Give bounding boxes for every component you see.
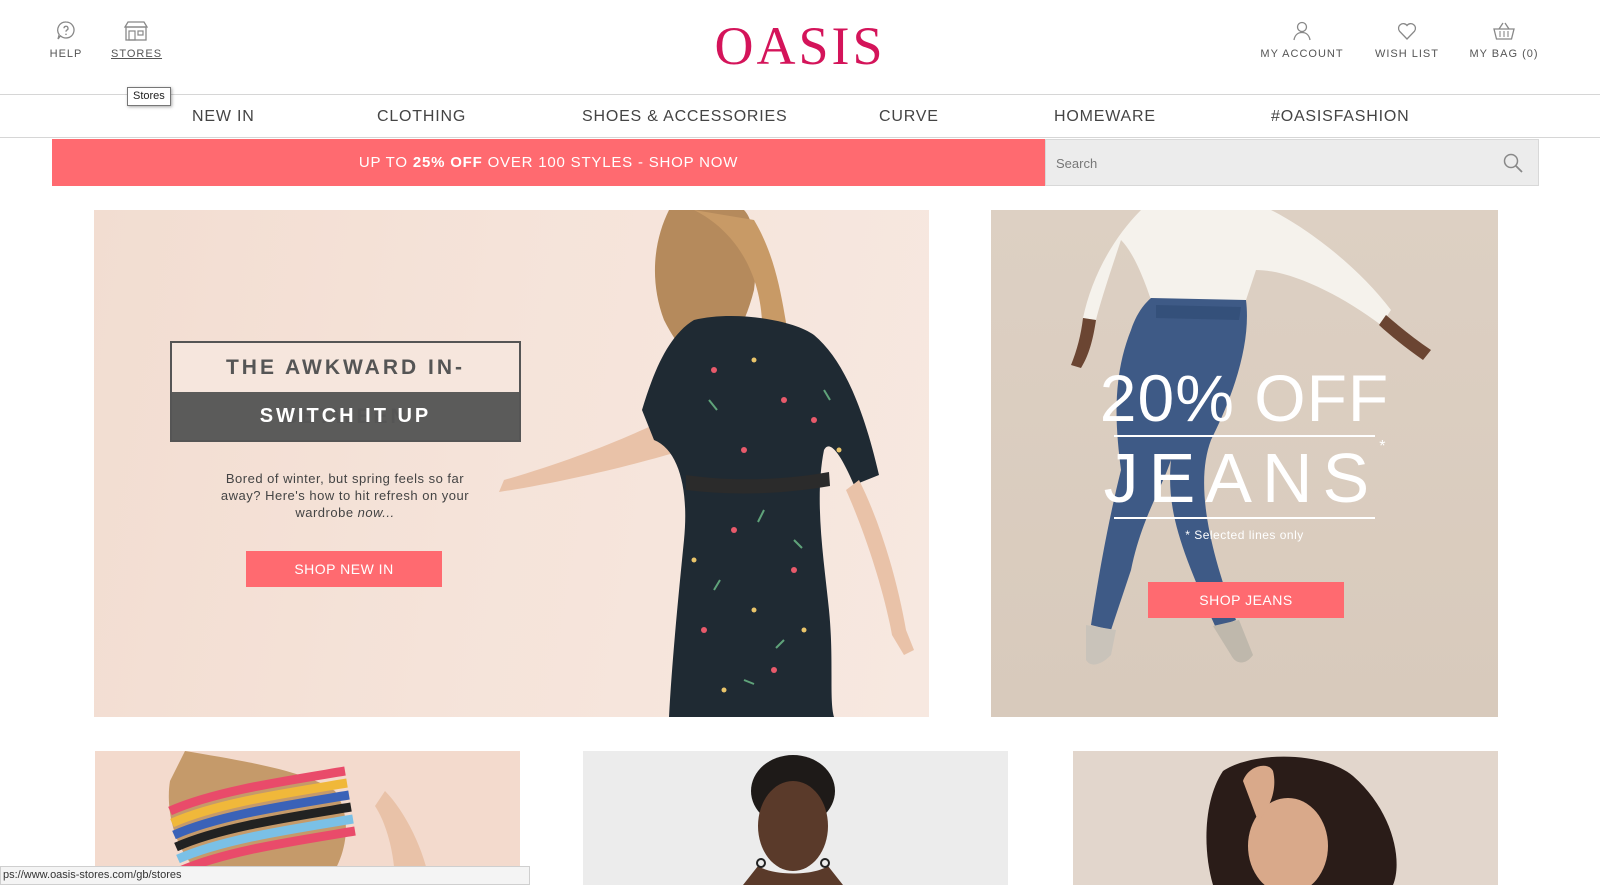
model-beauty-image [1206,756,1397,885]
promo-tile-portrait[interactable] [583,751,1008,885]
oasis-logo[interactable]: OASIS [680,16,920,76]
promo-highlight: 25% OFF [412,154,483,171]
store-icon [123,21,149,41]
promo-tile-striped[interactable] [95,751,520,885]
heart-icon [1397,23,1417,40]
help-label: HELP [49,48,83,60]
browser-status-url: ps://www.oasis-stores.com/gb/stores [0,866,530,885]
promo-suffix: OVER 100 STYLES - SHOP NOW [482,154,739,171]
hero-new-in[interactable]: THE AWKWARD IN-BETWEEN SWITCH IT UP Bore… [94,210,929,717]
divider-bottom [1114,517,1375,519]
model-striped-top-image [168,751,430,885]
site-header: HELP STORES Stores OASIS MY ACCOUNT WISH… [0,0,1600,106]
wish-list-label: WISH LIST [1374,48,1439,60]
basket-icon [1493,22,1515,40]
nav-item-shoes-accessories[interactable]: SHOES & ACCESSORIES [582,95,787,138]
shop-new-in-button[interactable]: SHOP NEW IN [246,551,442,587]
my-account-label: MY ACCOUNT [1260,48,1344,60]
model-portrait-image [743,755,843,885]
model-floral-dress-image [499,210,914,717]
divider-top [1114,435,1375,437]
search-input[interactable] [1056,148,1476,178]
nav-item-new-in[interactable]: NEW IN [192,95,255,138]
my-bag-label: MY BAG (0) [1469,48,1539,60]
jeans-title: JEANS* [991,438,1498,518]
promo-tile-beauty[interactable] [1073,751,1498,885]
nav-item-curve[interactable]: CURVE [879,95,939,138]
stores-tooltip: Stores [127,87,171,106]
my-account-link[interactable]: MY ACCOUNT [1254,20,1350,60]
help-icon [57,21,75,40]
wish-list-link[interactable]: WISH LIST [1372,20,1442,60]
jeans-title-text: JEANS [1103,439,1380,517]
headline-text: THE AWKWARD IN-BETWEEN [172,343,519,428]
promo-banner[interactable]: UP TO 25% OFF OVER 100 STYLES - SHOP NOW [52,139,1045,186]
nav-item-clothing[interactable]: CLOTHING [377,95,466,138]
main-nav: NEW IN CLOTHING SHOES & ACCESSORIES CURV… [0,95,1600,138]
stores-label: STORES [111,48,163,60]
help-link[interactable]: HELP [46,20,86,60]
nav-item-homeware[interactable]: HOMEWARE [1054,95,1156,138]
discount-percent: 20% OFF [1099,361,1390,435]
promo-prefix: UP TO [358,154,413,171]
selected-lines-note: * Selected lines only [1185,528,1304,542]
nav-item-oasisfashion[interactable]: #OASISFASHION [1271,95,1409,138]
account-icon [1293,21,1311,41]
hero-body: Bored of winter, but spring feels so far… [220,471,470,520]
subheadline-text: SWITCH IT UP [172,392,519,440]
search-icon[interactable] [1502,152,1524,179]
hero-body-text: Bored of winter, but spring feels so far… [210,470,480,521]
shop-jeans-button[interactable]: SHOP JEANS [1148,582,1344,618]
hero-jeans[interactable]: 20% OFF JEANS* * Selected lines only SHO… [991,210,1498,717]
search-box [1045,139,1539,186]
my-bag-link[interactable]: MY BAG (0) [1468,20,1540,60]
hero-body-italic: now... [357,505,395,520]
jeans-asterisk: * [1379,438,1386,455]
headline-box: THE AWKWARD IN-BETWEEN SWITCH IT UP [170,341,521,442]
stores-link[interactable]: STORES [111,20,161,60]
